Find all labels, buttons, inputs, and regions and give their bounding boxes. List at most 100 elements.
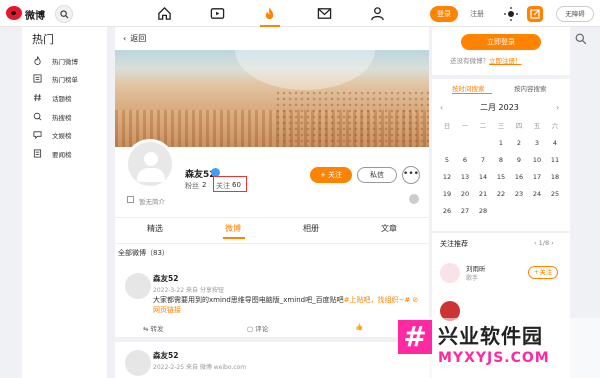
nav-home[interactable]: [155, 4, 175, 24]
calendar-day[interactable]: 28: [474, 204, 492, 219]
entertainment-icon: [33, 131, 42, 139]
fans-count[interactable]: 2: [202, 181, 206, 189]
calendar-day[interactable]: 11: [546, 153, 564, 168]
calendar-day[interactable]: 10: [528, 153, 546, 168]
nav-messages[interactable]: [315, 4, 335, 24]
chevron-down-icon[interactable]: [409, 194, 419, 204]
post-author[interactable]: 森友52: [153, 350, 178, 361]
accessibility-button[interactable]: 无障碍: [556, 6, 594, 22]
no-account-text: 还没有微博？: [450, 57, 489, 65]
register-now-link[interactable]: 立即注册！: [489, 57, 522, 65]
ranking-icon: [33, 74, 42, 83]
calendar-day[interactable]: 13: [456, 170, 474, 185]
register-button[interactable]: 注册: [465, 6, 489, 22]
more-options-button[interactable]: •••: [402, 166, 420, 184]
calendar-day[interactable]: 9: [510, 153, 528, 168]
calendar-day[interactable]: 14: [474, 170, 492, 185]
cover-image: [115, 50, 429, 147]
theme-toggle[interactable]: [503, 6, 519, 22]
recommend-follow-button[interactable]: +关注: [528, 266, 558, 279]
chevron-left-icon[interactable]: ‹: [440, 103, 443, 112]
sidebar-item-label: 话题榜: [52, 95, 72, 103]
message-button[interactable]: 私信: [357, 167, 397, 183]
recommend-pager[interactable]: ‹ 1/8 ›: [534, 239, 554, 247]
calendar-day[interactable]: 16: [510, 170, 528, 185]
all-weibo-count[interactable]: 全部微博（83）: [118, 248, 169, 258]
calendar-day[interactable]: 6: [456, 153, 474, 168]
calendar-day[interactable]: 24: [528, 187, 546, 202]
like-button[interactable]: 👍: [355, 323, 363, 331]
recommend-name[interactable]: 刘雨昕: [466, 263, 486, 273]
calendar-day[interactable]: 27: [456, 204, 474, 219]
watermark-title: 兴业软件园: [438, 324, 543, 348]
calendar-day[interactable]: 7: [474, 153, 492, 168]
hot-search-icon: [33, 112, 42, 121]
register-tip: 还没有微博？立即注册！: [450, 55, 522, 65]
mail-icon: [317, 8, 332, 19]
list-item: 森友52 2022-3-22 来自 分享按钮 大家都需要用到的xmind思维导图…: [115, 265, 429, 337]
sidebar-item-hot-list[interactable]: 热门榜单: [30, 71, 105, 87]
write-post-button[interactable]: [527, 6, 543, 22]
calendar-day[interactable]: 17: [528, 170, 546, 185]
calendar-weekday: 一: [461, 122, 469, 130]
calendar-day[interactable]: 25: [546, 187, 564, 202]
avatar[interactable]: [125, 273, 151, 299]
sidebar-item-news[interactable]: 要闻榜: [30, 146, 105, 162]
weibo-logo[interactable]: 微博: [6, 6, 52, 22]
comment-button[interactable]: ▢ 评论: [247, 323, 268, 333]
sidebar-item-hot-search[interactable]: 热搜榜: [30, 109, 105, 125]
calendar-box: 按时间搜索 按内容搜索 ‹ 二月 2023 › 日一二三四五六123456789…: [432, 79, 570, 231]
calendar-day[interactable]: 12: [438, 170, 456, 185]
avatar[interactable]: [125, 139, 175, 189]
nav-hot[interactable]: [260, 4, 280, 27]
calendar-day[interactable]: 8: [492, 153, 510, 168]
sidebar-item-entertainment[interactable]: 文娱榜: [30, 127, 105, 143]
back-button[interactable]: ‹ 返回: [123, 33, 146, 44]
calendar-day[interactable]: 2: [510, 136, 528, 151]
post-meta: 2022-3-22 来自 分享按钮: [153, 287, 224, 294]
calendar-title: 二月 2023: [480, 103, 519, 112]
search-button[interactable]: [55, 5, 73, 23]
recommend-desc: 歌手: [466, 275, 479, 282]
calendar-day[interactable]: 22: [492, 187, 510, 202]
calendar-day[interactable]: 15: [492, 170, 510, 185]
calendar-day[interactable]: 21: [474, 187, 492, 202]
calendar-day[interactable]: 26: [438, 204, 456, 219]
watermark-url: MYXYJS.COM: [438, 350, 550, 366]
calendar-day[interactable]: 18: [546, 170, 564, 185]
repost-button[interactable]: ⇆ 转发: [143, 323, 164, 333]
tab-search-by-time[interactable]: 按时间搜索: [452, 83, 485, 93]
calendar-day[interactable]: 23: [510, 187, 528, 202]
sidebar-item-topics[interactable]: 话题榜: [30, 90, 105, 106]
side-search-button[interactable]: [575, 33, 593, 51]
filter-bar: 全部微博（83）: [115, 243, 429, 261]
avatar[interactable]: [440, 263, 460, 283]
tab-featured[interactable]: 精选: [147, 223, 163, 234]
following-label[interactable]: 关注: [216, 181, 230, 191]
tab-articles[interactable]: 文章: [381, 223, 397, 234]
login-now-button[interactable]: 立即登录: [461, 34, 541, 50]
sidebar-item-label: 热门微博: [52, 58, 78, 66]
tab-album[interactable]: 相册: [303, 223, 319, 234]
intro-icon: [127, 196, 134, 203]
sidebar-item-label: 热搜榜: [52, 114, 72, 122]
calendar-day[interactable]: 20: [456, 187, 474, 202]
login-button[interactable]: 登录: [430, 6, 458, 22]
calendar-day[interactable]: 4: [546, 136, 564, 151]
nav-profile[interactable]: [368, 4, 388, 24]
avatar[interactable]: [125, 350, 151, 376]
calendar-day[interactable]: 3: [528, 136, 546, 151]
following-count[interactable]: 60: [232, 181, 241, 189]
follow-button[interactable]: + 关注: [310, 167, 352, 183]
sidebar-title: 热门: [32, 33, 54, 46]
fans-label[interactable]: 粉丝: [185, 181, 199, 191]
nav-video[interactable]: [208, 4, 228, 24]
calendar-day[interactable]: 1: [492, 136, 510, 151]
calendar-day[interactable]: 5: [438, 153, 456, 168]
chevron-right-icon[interactable]: ›: [556, 103, 559, 112]
tab-search-by-content[interactable]: 按内容搜索: [514, 83, 547, 93]
calendar-day[interactable]: 19: [438, 187, 456, 202]
sidebar-item-hot-weibo[interactable]: 热门微博: [30, 53, 105, 69]
tab-weibo[interactable]: 微博: [225, 223, 241, 234]
post-author[interactable]: 森友52: [153, 273, 178, 284]
